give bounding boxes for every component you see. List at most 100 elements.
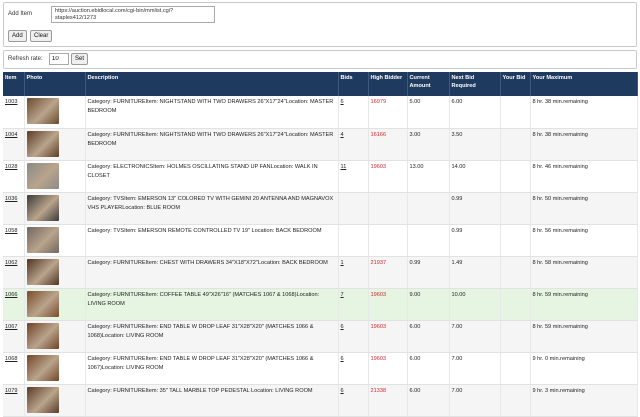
high-bidder-cell: 21937 — [368, 256, 408, 289]
bids-link[interactable]: 4 — [341, 132, 344, 138]
item-number-link[interactable]: 1028 — [5, 164, 17, 170]
bids-link[interactable]: 6 — [341, 324, 344, 330]
current-amount-cell — [407, 224, 450, 257]
bids-cell: 6 — [338, 96, 369, 129]
item-photo[interactable] — [26, 290, 59, 317]
bids-cell — [338, 192, 369, 225]
your-bid-cell[interactable] — [500, 256, 531, 289]
item-number-link[interactable]: 1058 — [5, 228, 17, 234]
photo-cell — [24, 160, 86, 193]
bids-link[interactable]: 6 — [341, 388, 344, 394]
current-amount-cell: 6.00 — [407, 384, 450, 417]
high-bidder-cell: 19603 — [368, 160, 408, 193]
item-photo[interactable] — [26, 322, 59, 349]
item-number-link[interactable]: 1004 — [5, 132, 17, 138]
your-bid-cell[interactable] — [500, 224, 531, 257]
description-cell: Category: FURNITUREItem: CHEST WITH DRAW… — [85, 256, 339, 289]
item-cell: 1079 — [3, 384, 25, 417]
your-bid-cell[interactable] — [500, 192, 531, 225]
your-bid-cell[interactable] — [500, 160, 531, 193]
next-bid-cell: 7.00 — [449, 384, 501, 417]
photo-cell — [24, 320, 86, 353]
column-header-bids: Bids — [338, 72, 369, 96]
high-bidder-cell: 21338 — [368, 384, 408, 417]
your-maximum-cell: 8 hr. 59 min.remaining — [530, 288, 638, 321]
current-amount-cell: 13.00 — [407, 160, 450, 193]
description-cell: Category: TVSItem: EMERSON REMOTE CONTRO… — [85, 224, 339, 257]
bids-link[interactable]: 6 — [341, 99, 344, 105]
your-maximum-cell: 8 hr. 38 min.remaining — [530, 128, 638, 161]
high-bidder-cell: 19603 — [368, 352, 408, 385]
next-bid-cell: 14.00 — [449, 160, 501, 193]
item-photo[interactable] — [26, 354, 59, 381]
next-bid-cell: 10.00 — [449, 288, 501, 321]
bids-cell: 6 — [338, 352, 369, 385]
next-bid-cell: 7.00 — [449, 320, 501, 353]
photo-cell — [24, 288, 86, 321]
bids-cell: 6 — [338, 384, 369, 417]
current-amount-cell: 3.00 — [407, 128, 450, 161]
watchlist-table: Item Photo Description Bids High Bidder Curre… — [3, 72, 638, 417]
bids-cell: 7 — [338, 288, 369, 321]
your-bid-cell[interactable] — [500, 96, 531, 129]
item-photo[interactable] — [26, 194, 59, 221]
your-bid-cell[interactable] — [500, 288, 531, 321]
refresh-rate-label: Refresh rate: — [8, 56, 43, 62]
photo-cell — [24, 128, 86, 161]
item-photo[interactable] — [26, 130, 59, 157]
clear-button[interactable]: Clear — [30, 30, 53, 42]
your-bid-cell[interactable] — [500, 352, 531, 385]
add-item-panel: Add Item https://auction.ebidlocal.com/c… — [3, 2, 637, 47]
item-photo[interactable] — [26, 258, 59, 285]
item-number-link[interactable]: 1068 — [5, 356, 17, 362]
column-header-current-amount: Current Amount — [407, 72, 450, 96]
item-number-link[interactable]: 1062 — [5, 260, 17, 266]
bids-link[interactable]: 7 — [341, 292, 344, 298]
item-url-textarea[interactable]: https://auction.ebidlocal.com/cgi-bin/mm… — [51, 6, 215, 23]
item-cell: 1062 — [3, 256, 25, 289]
next-bid-cell: 6.00 — [449, 96, 501, 129]
your-bid-cell[interactable] — [500, 384, 531, 417]
your-bid-cell[interactable] — [500, 320, 531, 353]
table-row: 1067 Category: FURNITUREItem: END TABLE W… — [3, 320, 638, 353]
current-amount-cell — [407, 192, 450, 225]
table-row: 1079 Category: FURNITUREItem: 35" TALL MA… — [3, 384, 638, 417]
item-number-link[interactable]: 1067 — [5, 324, 17, 330]
set-button[interactable]: Set — [71, 53, 89, 65]
description-cell: Category: FURNITUREItem: COFFEE TABLE 49… — [85, 288, 339, 321]
table-row: 1004 Category: FURNITUREItem: NIGHTSTAND … — [3, 128, 638, 161]
item-cell: 1028 — [3, 160, 25, 193]
your-maximum-cell: 9 hr. 0 min.remaining — [530, 352, 638, 385]
item-photo[interactable] — [26, 162, 59, 189]
item-cell: 1067 — [3, 320, 25, 353]
item-number-link[interactable]: 1066 — [5, 292, 17, 298]
table-row: 1066 Category: FURNITUREItem: COFFEE TABL… — [3, 288, 638, 321]
table-row: 1003 Category: FURNITUREItem: NIGHTSTAND … — [3, 96, 638, 129]
photo-cell — [24, 224, 86, 257]
description-cell: Category: FURNITUREItem: END TABLE W DRO… — [85, 320, 339, 353]
high-bidder-cell: 19603 — [368, 288, 408, 321]
column-header-high-bidder: High Bidder — [368, 72, 408, 96]
bids-link[interactable]: 1 — [341, 260, 344, 266]
bids-cell: 6 — [338, 320, 369, 353]
refresh-rate-panel: Refresh rate: Set — [3, 50, 637, 69]
item-number-link[interactable]: 1036 — [5, 196, 17, 202]
item-cell: 1036 — [3, 192, 25, 225]
refresh-rate-input[interactable] — [49, 53, 69, 65]
description-cell: Category: FURNITUREItem: NIGHTSTAND WITH… — [85, 96, 339, 129]
table-row: 1058 Category: TVSItem: EMERSON REMOTE CO… — [3, 224, 638, 257]
high-bidder-cell — [368, 192, 408, 225]
table-row: 1036 Category: TVSItem: EMERSON 13" COLOR… — [3, 192, 638, 225]
bids-link[interactable]: 6 — [341, 356, 344, 362]
bids-link[interactable]: 11 — [341, 164, 347, 170]
your-bid-cell[interactable] — [500, 128, 531, 161]
your-maximum-cell: 8 hr. 58 min.remaining — [530, 256, 638, 289]
add-button[interactable]: Add — [8, 30, 27, 42]
photo-cell — [24, 352, 86, 385]
item-number-link[interactable]: 1079 — [5, 388, 17, 394]
item-photo[interactable] — [26, 226, 59, 253]
item-photo[interactable] — [26, 98, 59, 124]
current-amount-cell: 0.99 — [407, 256, 450, 289]
photo-cell — [24, 96, 86, 129]
item-number-link[interactable]: 1003 — [5, 99, 17, 105]
